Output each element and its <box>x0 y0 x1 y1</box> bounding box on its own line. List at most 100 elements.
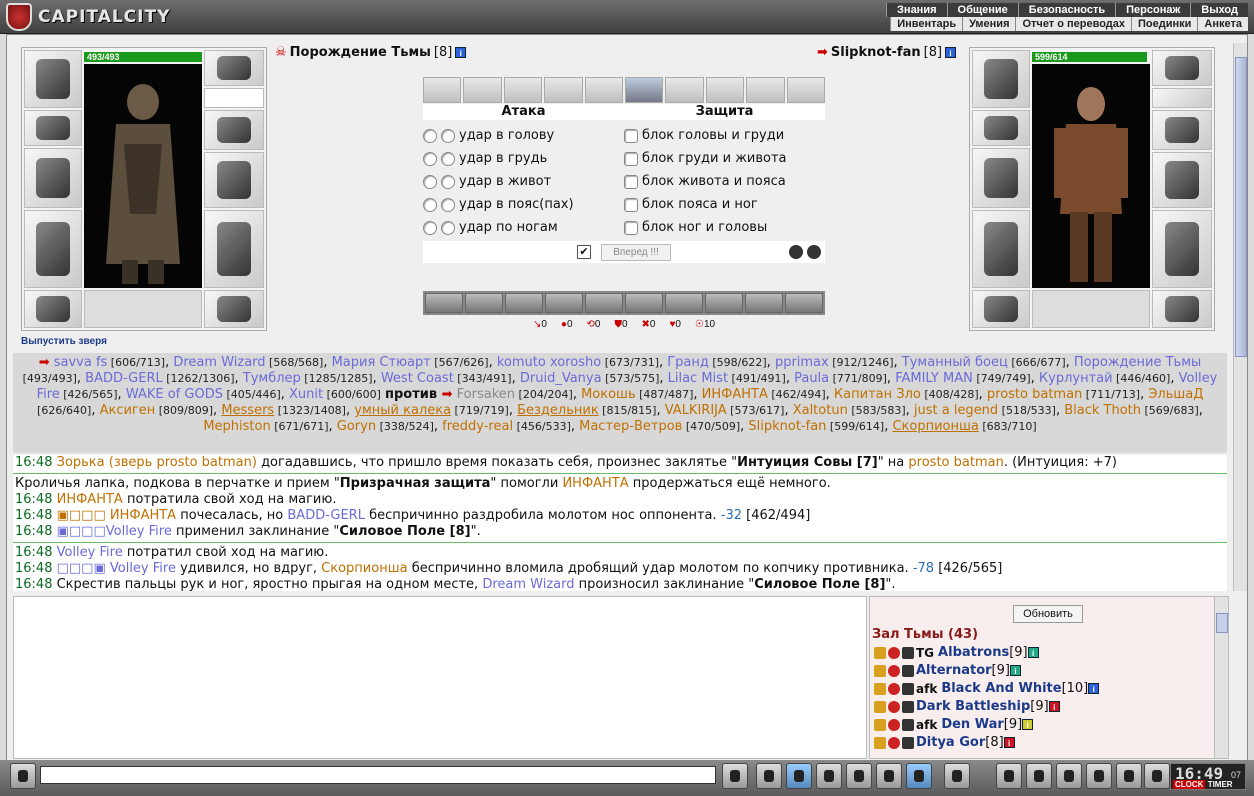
team1-fighter[interactable]: Lilac Mist <box>668 371 728 386</box>
online-user[interactable]: afk Black And White [10] i <box>874 681 1100 696</box>
menu-security[interactable]: Безопасность <box>1017 3 1116 17</box>
team1-fighter[interactable]: pprimax <box>775 355 829 370</box>
team2-fighter[interactable]: Бездельник <box>517 403 599 418</box>
team2-fighter[interactable]: Black Thoth <box>1064 403 1141 418</box>
inventory-icon[interactable] <box>1086 763 1112 789</box>
team2-fighter[interactable]: Slipknot-fan <box>748 419 826 434</box>
submenu-profile[interactable]: Анкета <box>1197 17 1248 31</box>
smiley-icon[interactable] <box>944 763 970 789</box>
team1-fighter[interactable]: Тумблер <box>243 371 301 386</box>
boots-slot[interactable] <box>204 290 264 328</box>
block-radio[interactable] <box>624 151 638 166</box>
online-user[interactable]: TG Albatrons [9] i <box>874 645 1039 660</box>
attack-radio[interactable] <box>441 174 455 189</box>
run-icon[interactable] <box>846 763 872 789</box>
spell-slot[interactable] <box>584 77 624 103</box>
block-option[interactable]: блок груди и живота <box>624 147 825 170</box>
online-user[interactable]: Dark Battleship [9] i <box>874 699 1060 714</box>
team2-fighter[interactable]: Xaltotun <box>793 403 848 418</box>
info-icon[interactable]: i <box>455 47 467 58</box>
team2-fighter[interactable]: VALKIRIJA <box>665 403 727 418</box>
attack-radio[interactable] <box>423 151 437 166</box>
helmet-slot[interactable] <box>972 50 1030 108</box>
team2-fighter[interactable]: Капитан Зло <box>834 387 921 402</box>
team1-fighter[interactable]: komuto xorosho <box>497 355 601 370</box>
attack-option[interactable]: удар в грудь <box>423 147 624 170</box>
attack-option[interactable]: удар по ногам <box>423 216 624 239</box>
spell-slot[interactable] <box>503 77 543 103</box>
ring-slots[interactable] <box>1152 88 1212 108</box>
spell-slot[interactable] <box>423 77 462 103</box>
team1-fighter[interactable]: WAKE of GODS <box>126 387 223 402</box>
submenu-skills[interactable]: Умения <box>962 17 1015 31</box>
team1-fighter[interactable]: BADD-GERL <box>85 371 163 386</box>
skill-button[interactable] <box>585 293 623 313</box>
auto-icon[interactable] <box>789 245 803 259</box>
team2-fighter[interactable]: Мастер-Ветров <box>579 419 682 434</box>
skill-button[interactable] <box>505 293 543 313</box>
skill-button[interactable] <box>785 293 823 313</box>
team2-fighter[interactable]: Скорпионша <box>892 419 978 434</box>
clan-icon[interactable] <box>1056 763 1082 789</box>
spell-slot[interactable] <box>544 77 583 103</box>
team1-fighter[interactable]: savva fs <box>54 355 108 370</box>
team2-fighter[interactable]: just a legend <box>914 403 998 418</box>
refresh-icon[interactable] <box>807 245 821 259</box>
belt-slot[interactable] <box>24 290 82 328</box>
team1-fighter[interactable]: Курлунтай <box>1039 371 1113 386</box>
gloves-slot[interactable] <box>1152 110 1212 150</box>
team1-fighter[interactable]: Гранд <box>667 355 709 370</box>
block-radio[interactable] <box>624 197 638 212</box>
menu-exit[interactable]: Выход <box>1190 3 1248 17</box>
armor-slot[interactable] <box>24 210 82 288</box>
team2-fighter[interactable]: ЭльшаД <box>1148 387 1203 402</box>
auto-checkbox[interactable]: ✔ <box>577 245 591 259</box>
team2-fighter[interactable]: Forsaken <box>457 387 515 402</box>
right-fighter-nick[interactable]: Slipknot-fan <box>831 45 921 60</box>
block-radio[interactable] <box>624 174 638 189</box>
skill-button[interactable] <box>665 293 703 313</box>
ring-slots[interactable] <box>204 88 264 108</box>
spell-slot[interactable] <box>705 77 745 103</box>
skill-button[interactable] <box>745 293 783 313</box>
belt-slot[interactable] <box>972 290 1030 328</box>
team1-fighter[interactable]: Мария Стюарт <box>332 355 431 370</box>
team2-fighter[interactable]: Мокошь <box>581 387 636 402</box>
amulet-slot[interactable] <box>1152 50 1212 86</box>
team2-fighter[interactable]: Аксиген <box>100 403 156 418</box>
release-beast-link[interactable]: Выпустить зверя <box>21 336 107 347</box>
eraser-icon[interactable] <box>756 763 782 789</box>
attack-radio[interactable] <box>441 197 455 212</box>
team1-fighter[interactable]: Порождение Тьмы <box>1074 355 1201 370</box>
translit-icon[interactable] <box>876 763 902 789</box>
save-icon[interactable] <box>816 763 842 789</box>
bracer-slot[interactable] <box>24 110 82 146</box>
block-option[interactable]: блок ног и головы <box>624 216 825 239</box>
team2-fighter[interactable]: Goryn <box>337 419 376 434</box>
block-radio[interactable] <box>624 220 638 235</box>
skill-button[interactable] <box>425 293 463 313</box>
skill-button[interactable] <box>705 293 743 313</box>
team1-fighter[interactable]: West Coast <box>381 371 454 386</box>
spell-slot[interactable] <box>746 77 785 103</box>
online-user[interactable]: Alternator [9] i <box>874 663 1021 678</box>
spell-slot[interactable] <box>665 77 704 103</box>
attack-option[interactable]: удар в пояс(пах) <box>423 193 624 216</box>
shield-slot[interactable] <box>204 152 264 208</box>
left-fighter-nick[interactable]: Порождение Тьмы <box>290 45 431 60</box>
team1-fighter[interactable]: Xunit <box>289 387 323 402</box>
left-potion-slots[interactable] <box>84 290 202 328</box>
online-user[interactable]: afk Den War [9] i <box>874 717 1034 732</box>
skill-button[interactable] <box>545 293 583 313</box>
online-scrollbar[interactable] <box>1214 597 1228 758</box>
online-user[interactable]: Ditya Gor [8] i <box>874 735 1015 750</box>
team1-fighter[interactable]: Dream Wizard <box>173 355 265 370</box>
spell-slot-active[interactable] <box>625 77 664 103</box>
submenu-transfers[interactable]: Отчет о переводах <box>1015 17 1131 31</box>
team2-fighter[interactable]: Messers <box>221 403 274 418</box>
team2-fighter[interactable]: prosto batman <box>987 387 1082 402</box>
bracer-slot[interactable] <box>972 110 1030 146</box>
team2-fighter[interactable]: freddy-real <box>442 419 513 434</box>
boots-slot[interactable] <box>1152 290 1212 328</box>
menu-character[interactable]: Персонаж <box>1115 3 1191 17</box>
